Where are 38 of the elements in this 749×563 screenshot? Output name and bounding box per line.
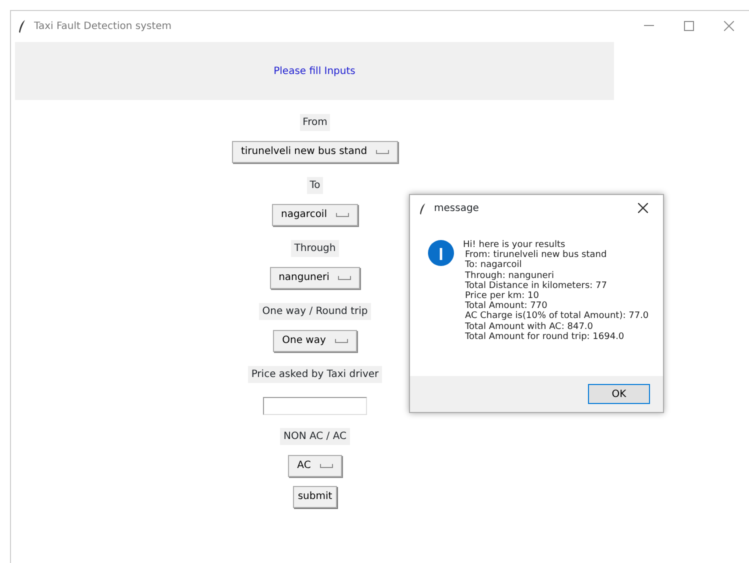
feather-icon	[19, 20, 26, 32]
field-label: One way / Round trip	[259, 303, 371, 320]
header-text: Please fill Inputs	[274, 64, 356, 78]
dropdown-button[interactable]: nagarcoil	[272, 204, 358, 226]
submit-button[interactable]: submit	[292, 486, 338, 508]
message-line: From: tirunelveli new bus stand	[464, 250, 608, 260]
dialog-title: message	[434, 202, 479, 216]
dropdown-button[interactable]: tirunelveli new bus stand	[232, 141, 398, 163]
field-label: Through	[291, 240, 339, 257]
message-line: To: nagarcoil	[464, 260, 523, 271]
field-label: To	[306, 177, 324, 194]
ok-button[interactable]: OK	[588, 384, 650, 404]
dropdown-button[interactable]: AC	[288, 455, 342, 477]
dropdown-indicator-icon	[320, 464, 333, 468]
message-line: Total Amount: 770	[464, 301, 548, 312]
close-icon[interactable]	[638, 203, 648, 214]
field-label: NON AC / AC	[280, 428, 350, 445]
field-label: From	[300, 114, 330, 131]
field-label: Price asked by Taxi driver	[248, 366, 382, 383]
dropdown-button[interactable]: nanguneri	[270, 267, 360, 289]
info-icon	[428, 240, 454, 266]
message-line: Through: nanguneri	[464, 270, 556, 281]
message-line: AC Charge is(10% of total Amount): 77.0	[464, 311, 649, 322]
window-title: Taxi Fault Detection system	[34, 20, 172, 34]
message-line: Total Amount for round trip: 1694.0	[464, 332, 626, 342]
maximize-icon[interactable]	[684, 20, 694, 31]
dropdown-indicator-icon	[376, 150, 390, 154]
dropdown-indicator-icon	[336, 213, 349, 217]
message-line: Total Amount with AC: 847.0	[464, 322, 594, 332]
message-line: Total Distance in kilometers: 77	[464, 280, 608, 291]
message-line: Hi! here is your results	[463, 240, 566, 250]
dropdown-indicator-icon	[334, 339, 348, 343]
message-line: Price per km: 10	[464, 291, 540, 302]
dropdown-button[interactable]: One way	[273, 330, 357, 352]
dropdown-indicator-icon	[338, 276, 352, 280]
feather-icon	[420, 202, 426, 214]
minimize-icon[interactable]	[644, 25, 654, 26]
input-field[interactable]	[263, 397, 367, 415]
